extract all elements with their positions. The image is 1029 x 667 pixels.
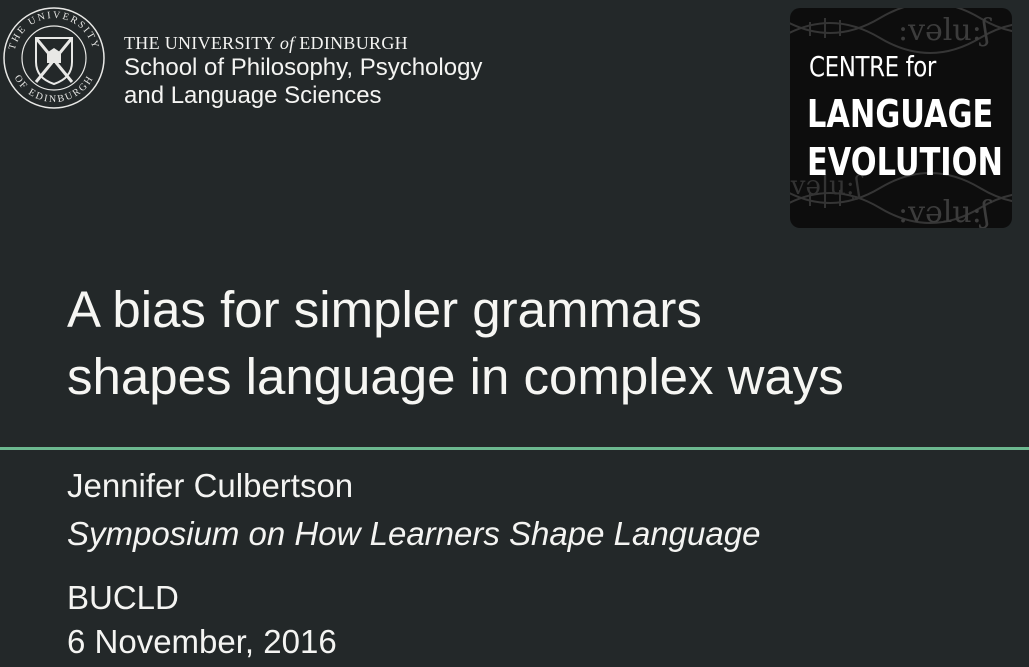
title-slide: THE UNIVERSITY OF EDINBURGH THE UNIVERSI… xyxy=(0,0,1029,667)
university-of-edinburgh-seal: THE UNIVERSITY OF EDINBURGH xyxy=(3,7,105,109)
title-divider xyxy=(0,447,1029,450)
phonetic-texture-top: :vəlu:ʃ xyxy=(898,13,992,48)
cle-logo-line3: EVOLUTION xyxy=(807,140,1003,184)
university-wordmark: THE UNIVERSITY of EDINBURGH School of Ph… xyxy=(124,32,482,110)
slide-title-line2: shapes language in complex ways xyxy=(67,348,844,405)
phonetic-texture-bottom: :vəlu:ʃ xyxy=(898,195,992,228)
svg-text:THE UNIVERSITY: THE UNIVERSITY xyxy=(7,10,101,51)
cle-logo-line2: LANGUAGE xyxy=(807,92,994,136)
seal-ring-bottom-text: OF EDINBURGH xyxy=(12,73,95,105)
slide-title-line1: A bias for simpler grammars xyxy=(67,281,702,338)
school-name-line1: School of Philosophy, Psychology xyxy=(124,54,483,81)
svg-text:OF EDINBURGH: OF EDINBURGH xyxy=(12,73,97,105)
cle-logo-line1: CENTRE for xyxy=(809,50,936,83)
centre-for-language-evolution-logo: :vəlu:ʃ :vəlu:ʃ :vəlu:ʃ CENTRE for LANGU… xyxy=(790,8,1012,228)
author-name: Jennifer Culbertson xyxy=(67,467,354,504)
slide-title: A bias for simpler grammars shapes langu… xyxy=(67,276,844,410)
university-name: THE UNIVERSITY of EDINBURGH xyxy=(124,33,408,53)
seal-ring-top-text: THE UNIVERSITY xyxy=(7,10,99,51)
symposium-name: Symposium on How Learners Shape Language xyxy=(67,515,761,552)
presentation-date: 6 November, 2016 xyxy=(67,623,337,660)
school-name-line2: and Language Sciences xyxy=(124,82,382,109)
conference-venue: BUCLD xyxy=(67,579,179,616)
